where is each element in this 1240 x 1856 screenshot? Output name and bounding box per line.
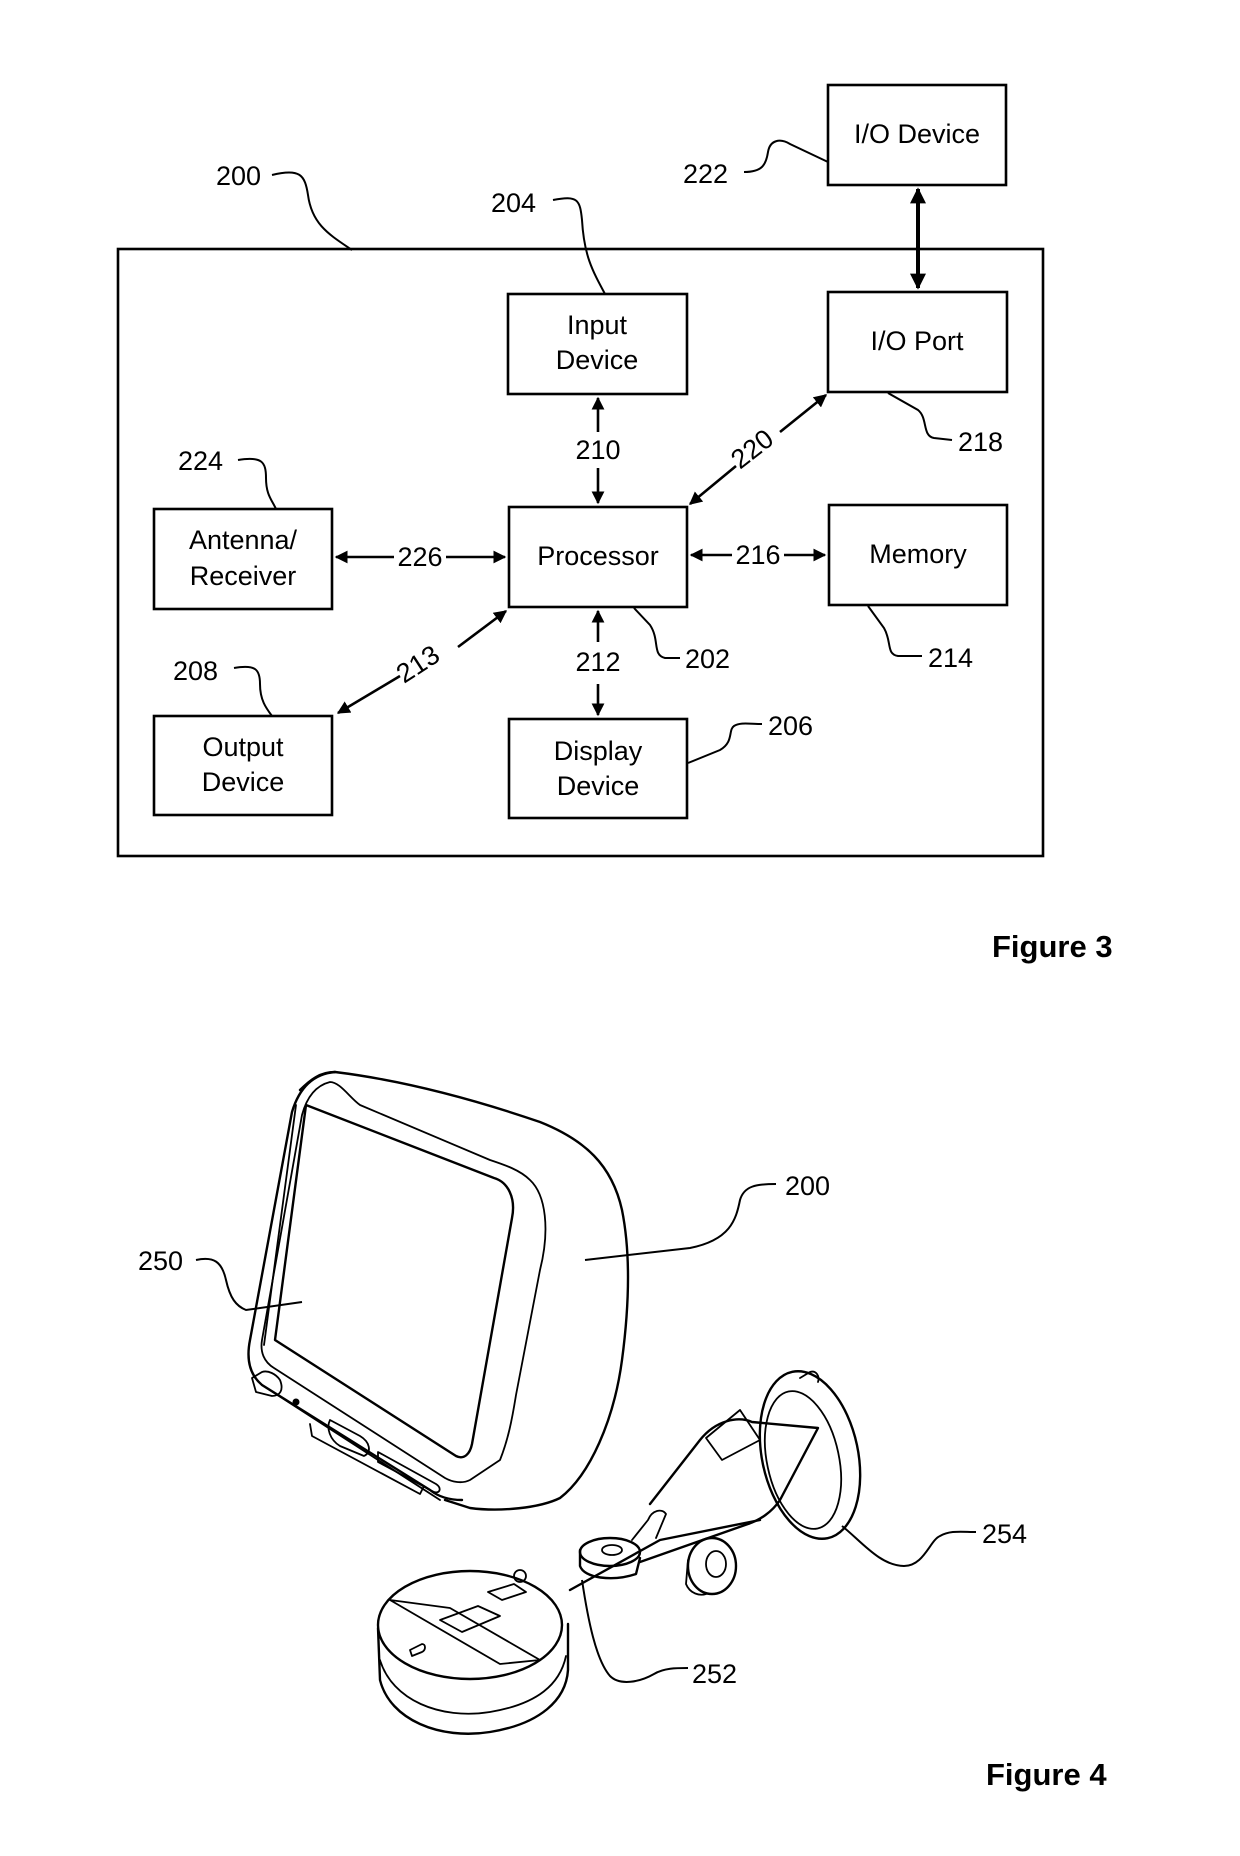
figure-4-caption: Figure 4 xyxy=(986,1757,1107,1792)
ref-224: 224 xyxy=(178,446,223,476)
windshield-mount xyxy=(376,1370,862,1735)
ref-208: 208 xyxy=(173,656,218,686)
leader-206 xyxy=(687,722,763,764)
leader-fig4-200 xyxy=(584,1183,777,1261)
cradle-clip-2 xyxy=(487,1583,527,1601)
ref-212: 212 xyxy=(575,647,620,677)
ref-254: 254 xyxy=(982,1519,1027,1549)
cradle-base-top xyxy=(376,1569,564,1681)
ref-213: 213 xyxy=(391,639,445,689)
connector-220-bottom xyxy=(688,464,737,506)
input-device-label-1: Input xyxy=(567,310,628,340)
leader-202 xyxy=(633,607,680,659)
device-back-shell xyxy=(298,1070,630,1511)
block-io-port: I/O Port xyxy=(826,290,1009,394)
block-input-device: Input Device xyxy=(506,292,689,396)
io-device-label: I/O Device xyxy=(854,119,980,149)
display-device-label-2: Device xyxy=(557,771,640,801)
device-screen-250 xyxy=(273,1103,515,1459)
leader-208 xyxy=(233,665,273,717)
device-button-1 xyxy=(251,1370,283,1397)
leader-218 xyxy=(887,392,953,441)
ref-252: 252 xyxy=(692,1659,737,1689)
leader-254 xyxy=(841,1525,977,1568)
ref-fig4-200: 200 xyxy=(785,1171,830,1201)
device-led xyxy=(292,1398,300,1406)
block-memory: Memory xyxy=(827,503,1009,607)
processor-label: Processor xyxy=(537,541,659,571)
ref-222: 222 xyxy=(683,159,728,189)
leader-224 xyxy=(237,457,277,510)
memory-label: Memory xyxy=(869,539,967,569)
leader-214 xyxy=(867,605,922,657)
device-bezel-outer xyxy=(247,1070,464,1502)
block-display-device: Display Device xyxy=(507,717,689,820)
block-io-device: I/O Device xyxy=(826,83,1008,187)
device-bottom-rail xyxy=(309,1423,425,1495)
device-card-slot xyxy=(377,1451,441,1494)
ref-216: 216 xyxy=(735,540,780,570)
input-device-label-2: Device xyxy=(556,345,639,375)
cradle-latch xyxy=(409,1643,426,1657)
leader-252 xyxy=(581,1579,689,1683)
io-port-label: I/O Port xyxy=(870,326,964,356)
leader-200 xyxy=(271,171,353,251)
cradle-rail xyxy=(389,1599,541,1665)
figure-3-block-diagram: 200 I/O Device 222 Input Device 204 I/O … xyxy=(116,83,1045,858)
ref-214: 214 xyxy=(928,643,973,673)
antenna-label-2: Receiver xyxy=(190,561,297,591)
ref-250: 250 xyxy=(138,1246,183,1276)
leader-222 xyxy=(743,139,829,173)
output-device-label-2: Device xyxy=(202,767,285,797)
figure-4-navigation-device: 200 250 252 254 xyxy=(138,1070,1027,1735)
patent-drawing-sheet: 200 I/O Device 222 Input Device 204 I/O … xyxy=(116,83,1113,1792)
ratchet-gear xyxy=(631,1509,667,1541)
connector-213-bottom xyxy=(336,674,401,715)
arm-knob-center xyxy=(705,1550,727,1578)
block-antenna-receiver: Antenna/ Receiver xyxy=(152,507,334,611)
arm-hinge-block xyxy=(705,1409,761,1461)
display-device-label-1: Display xyxy=(554,736,643,766)
top-knob-center xyxy=(601,1544,623,1556)
connector-213-top xyxy=(457,609,508,649)
arm-knob xyxy=(686,1536,738,1596)
navigation-device-body xyxy=(247,1070,630,1511)
output-device-label-1: Output xyxy=(202,732,284,762)
bezel-bottom-edge xyxy=(261,1384,441,1501)
figure-3-caption: Figure 3 xyxy=(992,929,1113,964)
block-output-device: Output Device xyxy=(152,714,334,817)
top-knob xyxy=(578,1536,642,1568)
ref-218: 218 xyxy=(958,427,1003,457)
ref-226: 226 xyxy=(397,542,442,572)
ref-204: 204 xyxy=(491,188,536,218)
suction-cup-254 xyxy=(758,1370,862,1540)
ref-202: 202 xyxy=(685,644,730,674)
leader-250 xyxy=(195,1257,303,1312)
antenna-label-1: Antenna/ xyxy=(189,525,298,555)
leader-204 xyxy=(552,197,606,295)
connector-220-top xyxy=(779,393,828,434)
ref-200: 200 xyxy=(216,161,261,191)
ref-210: 210 xyxy=(575,435,620,465)
ref-206: 206 xyxy=(768,711,813,741)
mount-arm-upper xyxy=(638,1418,820,1564)
block-processor: Processor xyxy=(507,505,689,609)
